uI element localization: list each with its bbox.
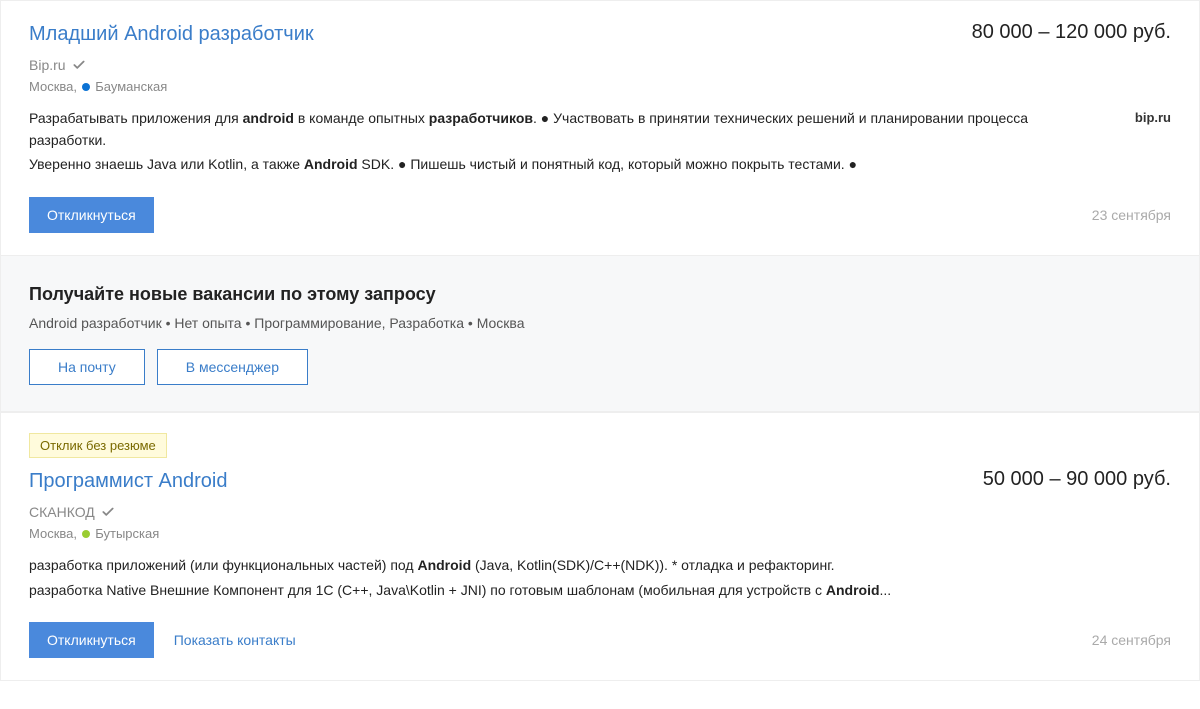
metro-dot-icon [82,83,90,91]
vacancy-salary: 50 000 – 90 000 руб. [983,468,1171,491]
city: Москва [29,526,73,541]
company-logo[interactable]: bip.ru [1111,108,1171,125]
company-name[interactable]: СКАНКОД [29,504,95,520]
vacancy-header: Младший Android разработчик 80 000 – 120… [29,21,1171,47]
subscribe-messenger-button[interactable]: В мессенджер [157,349,308,385]
vacancy-card: Отклик без резюме Программист Android 50… [0,412,1200,681]
vacancy-salary: 80 000 – 120 000 руб. [972,21,1171,44]
location-row: Москва, Бутырская [29,526,1171,541]
show-contacts-link[interactable]: Показать контакты [174,632,296,648]
metro-station: Бутырская [95,526,159,541]
location-row: Москва, Бауманская [29,79,1171,94]
city: Москва [29,79,73,94]
vacancy-date: 24 сентября [1092,632,1171,648]
no-resume-badge: Отклик без резюме [29,433,167,458]
metro-station: Бауманская [95,79,167,94]
vacancy-title-link[interactable]: Младший Android разработчик [29,21,314,47]
vacancy-header: Программист Android 50 000 – 90 000 руб. [29,468,1171,494]
subscribe-email-button[interactable]: На почту [29,349,145,385]
metro-dot-icon [82,530,90,538]
subscribe-terms: Android разработчик • Нет опыта • Програ… [29,315,1171,331]
subscribe-block: Получайте новые вакансии по этому запрос… [0,256,1200,412]
subscribe-title: Получайте новые вакансии по этому запрос… [29,284,1171,305]
company-row: СКАНКОД [29,504,1171,520]
apply-button[interactable]: Откликнуться [29,197,154,233]
company-name[interactable]: Bip.ru [29,57,66,73]
verified-check-icon [72,58,86,72]
vacancy-description: Разрабатывать приложения для android в к… [29,108,1081,179]
vacancy-title-link[interactable]: Программист Android [29,468,228,494]
vacancy-date: 23 сентября [1092,207,1171,223]
company-row: Bip.ru [29,57,1171,73]
vacancy-card: Младший Android разработчик 80 000 – 120… [0,0,1200,256]
vacancy-description: разработка приложений (или функциональны… [29,555,1171,604]
apply-button[interactable]: Откликнуться [29,622,154,658]
verified-check-icon [101,505,115,519]
